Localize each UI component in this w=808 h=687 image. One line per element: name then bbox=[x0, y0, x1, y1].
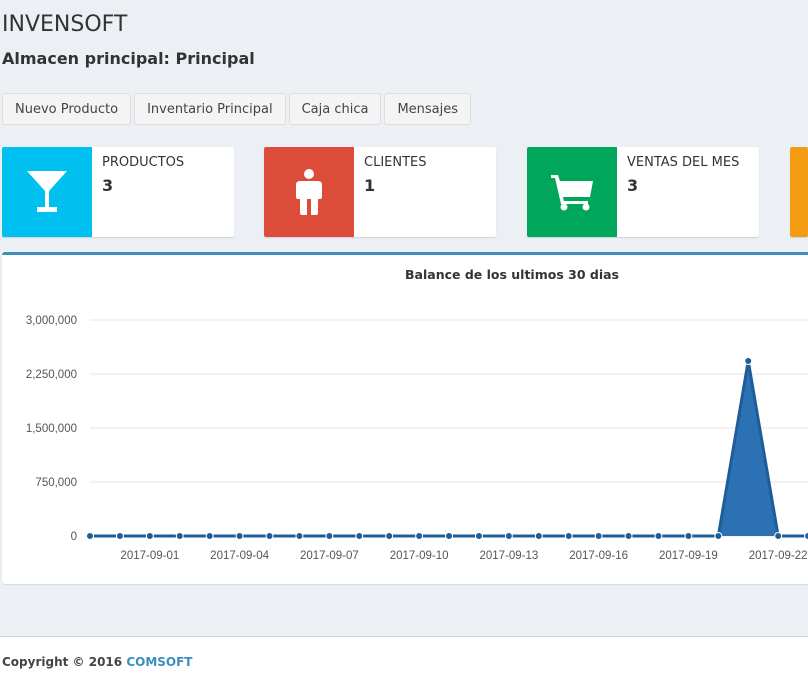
chart-title: Balance de los ultimos 30 dias bbox=[405, 267, 619, 282]
y-tick-label: 0 bbox=[71, 531, 77, 543]
data-point bbox=[624, 532, 633, 540]
x-tick-label: 2017-09-19 bbox=[659, 550, 718, 562]
footer-copyright: Copyright © 2016 COMSOFT bbox=[2, 655, 193, 669]
petty-cash-button[interactable]: Caja chica bbox=[288, 93, 382, 125]
comsoft-link[interactable]: COMSOFT bbox=[126, 655, 192, 669]
info-box-monthly-sales: VENTAS DEL MES 3 bbox=[527, 147, 759, 237]
data-point bbox=[115, 532, 124, 540]
data-point bbox=[235, 532, 244, 540]
data-point bbox=[654, 532, 663, 540]
data-point bbox=[564, 532, 573, 540]
data-point bbox=[355, 532, 364, 540]
info-box-fourth bbox=[790, 147, 808, 237]
y-tick-label: 2,250,000 bbox=[26, 369, 77, 381]
data-point bbox=[504, 532, 513, 540]
series-area bbox=[90, 361, 808, 536]
y-tick-label: 750,000 bbox=[35, 477, 77, 489]
x-tick-label: 2017-09-22 bbox=[749, 550, 808, 562]
warehouse-subtitle: Almacen principal: Principal bbox=[2, 49, 255, 68]
info-box-label: CLIENTES bbox=[364, 155, 427, 170]
x-tick-label: 2017-09-01 bbox=[120, 550, 179, 562]
data-point bbox=[265, 532, 274, 540]
data-point bbox=[774, 532, 783, 540]
x-tick-label: 2017-09-07 bbox=[300, 550, 359, 562]
new-product-button[interactable]: Nuevo Producto bbox=[2, 93, 132, 125]
x-tick-label: 2017-09-13 bbox=[479, 550, 538, 562]
x-tick-label: 2017-09-04 bbox=[210, 550, 269, 562]
x-tick-label: 2017-09-16 bbox=[569, 550, 628, 562]
info-box-fourth-icon bbox=[790, 147, 808, 237]
data-point bbox=[415, 532, 424, 540]
info-box-number: 3 bbox=[627, 176, 639, 195]
main-inventory-button[interactable]: Inventario Principal bbox=[134, 93, 286, 125]
y-tick-label: 3,000,000 bbox=[26, 315, 77, 327]
data-point bbox=[534, 532, 543, 540]
data-point bbox=[175, 532, 184, 540]
balance-chart-box: Balance de los ultimos 30 dias 3,000,000 2… bbox=[2, 252, 808, 584]
data-point bbox=[385, 532, 394, 540]
info-box-clients: CLIENTES 1 bbox=[264, 147, 496, 237]
data-point bbox=[86, 532, 94, 540]
data-point bbox=[804, 532, 808, 540]
data-point bbox=[445, 532, 454, 540]
data-point bbox=[205, 532, 214, 540]
data-point bbox=[714, 532, 723, 540]
app-title: INVENSOFT bbox=[2, 12, 128, 37]
data-point bbox=[594, 532, 603, 540]
info-box-label: VENTAS DEL MES bbox=[627, 155, 740, 170]
y-tick-label: 1,500,000 bbox=[26, 423, 77, 435]
footer: Copyright © 2016 COMSOFT bbox=[0, 636, 808, 687]
action-button-row: Nuevo Producto Inventario Principal Caja… bbox=[2, 93, 472, 125]
data-point bbox=[744, 357, 753, 366]
info-box-number: 1 bbox=[364, 176, 376, 195]
info-box-products: PRODUCTOS 3 bbox=[2, 147, 234, 237]
data-point bbox=[474, 532, 483, 540]
data-point bbox=[684, 532, 693, 540]
cocktail-glass-icon bbox=[2, 147, 92, 237]
info-box-number: 3 bbox=[102, 176, 114, 195]
info-box-label: PRODUCTOS bbox=[102, 155, 185, 170]
data-point bbox=[145, 532, 154, 540]
series-line bbox=[90, 360, 808, 538]
balance-chart: Balance de los ultimos 30 dias 3,000,000 2… bbox=[26, 267, 808, 562]
person-icon bbox=[264, 147, 354, 237]
data-point bbox=[325, 532, 334, 540]
copyright-text: Copyright © 2016 bbox=[2, 655, 123, 669]
x-tick-label: 2017-09-10 bbox=[390, 550, 449, 562]
shopping-cart-icon bbox=[527, 147, 617, 237]
data-point bbox=[295, 532, 304, 540]
messages-button[interactable]: Mensajes bbox=[384, 93, 472, 125]
